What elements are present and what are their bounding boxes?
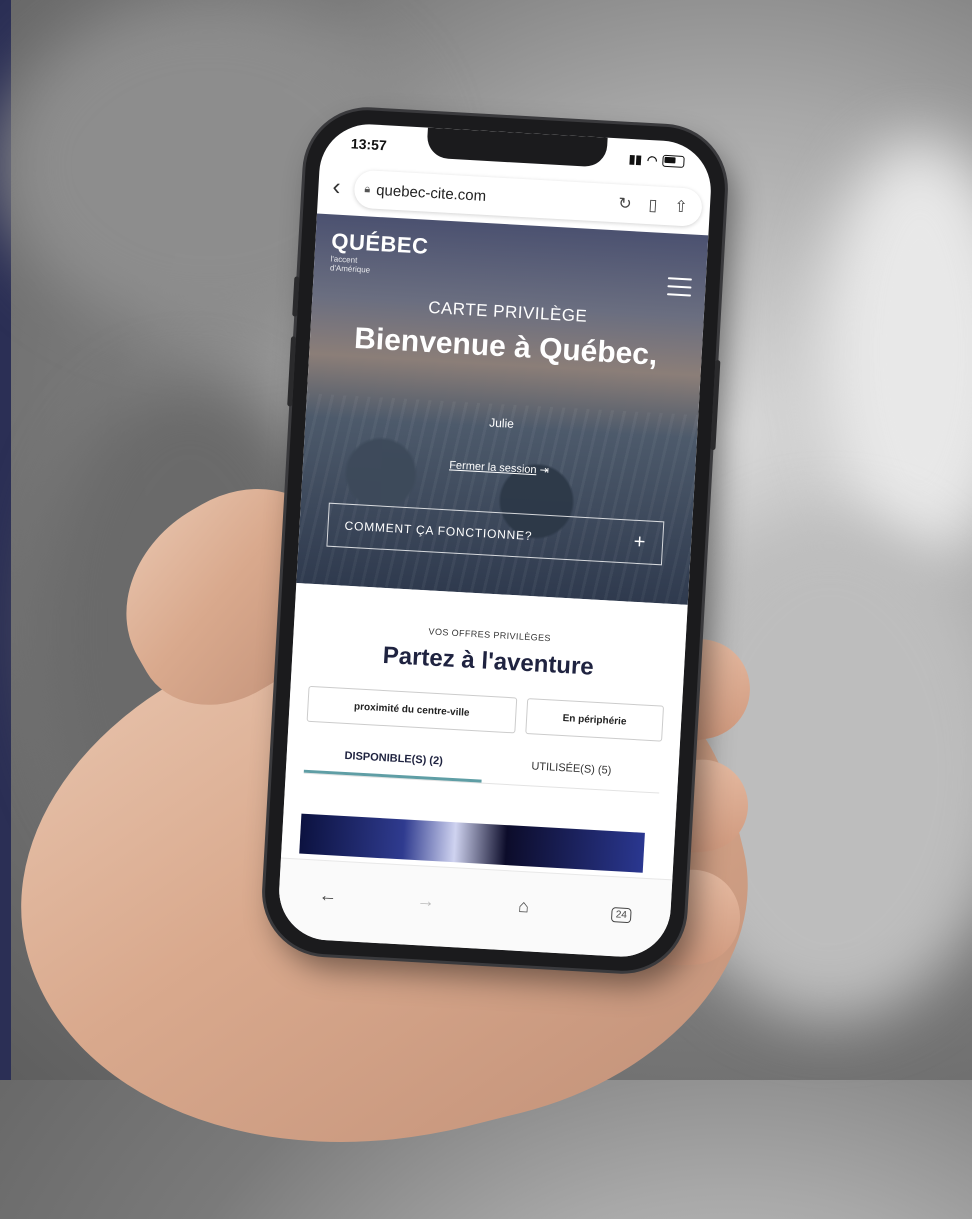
- how-it-works-button[interactable]: COMMENT ÇA FONCTIONNE? +: [326, 502, 665, 566]
- logout-icon: ⇥: [539, 464, 550, 477]
- mute-switch: [292, 276, 300, 317]
- filter-chip-peripherie[interactable]: En périphérie: [525, 698, 665, 742]
- tab-disponibles[interactable]: DISPONIBLE(S) (2): [303, 739, 484, 783]
- tabs-button[interactable]: 24: [601, 901, 642, 924]
- tabs-count: 24: [611, 907, 632, 924]
- hero-banner: QUÉBEC l'accent d'Amérique CARTE PRIVILÈ…: [296, 213, 709, 605]
- status-time: 13:57: [350, 135, 388, 154]
- share-icon[interactable]: ⇧: [669, 196, 692, 217]
- forward-arrow-icon[interactable]: →: [405, 890, 446, 913]
- status-icons: ▮▮ ◠: [628, 151, 685, 169]
- background-blur: [820, 140, 972, 560]
- quebec-logo[interactable]: QUÉBEC l'accent d'Amérique: [330, 228, 429, 277]
- lock-icon: 🔒︎: [364, 182, 371, 195]
- url-text: quebec-cite.com: [375, 181, 487, 205]
- smartphone: 13:57 ▮▮ ◠ ‹ 🔒︎ quebec-cite.com ↻ ▯ ⇧ QU…: [261, 106, 729, 975]
- reload-icon[interactable]: ↻: [613, 193, 636, 214]
- filter-chip-centre-ville[interactable]: proximité du centre-ville: [306, 685, 518, 734]
- offers-section: VOS OFFRES PRIVILÈGES Partez à l'aventur…: [280, 582, 688, 880]
- back-arrow-icon[interactable]: ←: [307, 884, 348, 907]
- filter-chips: proximité du centre-ville En périphérie: [289, 685, 682, 743]
- battery-icon: [662, 154, 685, 168]
- bookmark-icon[interactable]: ▯: [641, 195, 664, 216]
- signal-icon: ▮▮: [628, 151, 643, 167]
- hamburger-menu-icon[interactable]: [666, 277, 692, 297]
- logout-link[interactable]: Fermer la session ⇥: [303, 450, 695, 485]
- home-icon[interactable]: ⌂: [503, 895, 544, 918]
- offer-tabs: DISPONIBLE(S) (2) UTILISÉE(S) (5): [303, 739, 662, 794]
- user-name: Julie: [488, 415, 515, 431]
- power-button: [710, 360, 721, 451]
- plus-icon: +: [633, 530, 647, 553]
- phone-screen: 13:57 ▮▮ ◠ ‹ 🔒︎ quebec-cite.com ↻ ▯ ⇧ QU…: [276, 121, 714, 960]
- tab-utilisees[interactable]: UTILISÉE(S) (5): [481, 750, 661, 793]
- how-it-works-label: COMMENT ÇA FONCTIONNE?: [344, 518, 533, 544]
- chevron-left-icon[interactable]: ‹: [326, 173, 348, 202]
- logout-label: Fermer la session: [448, 459, 537, 477]
- wifi-icon: ◠: [646, 152, 658, 168]
- volume-button: [287, 336, 297, 407]
